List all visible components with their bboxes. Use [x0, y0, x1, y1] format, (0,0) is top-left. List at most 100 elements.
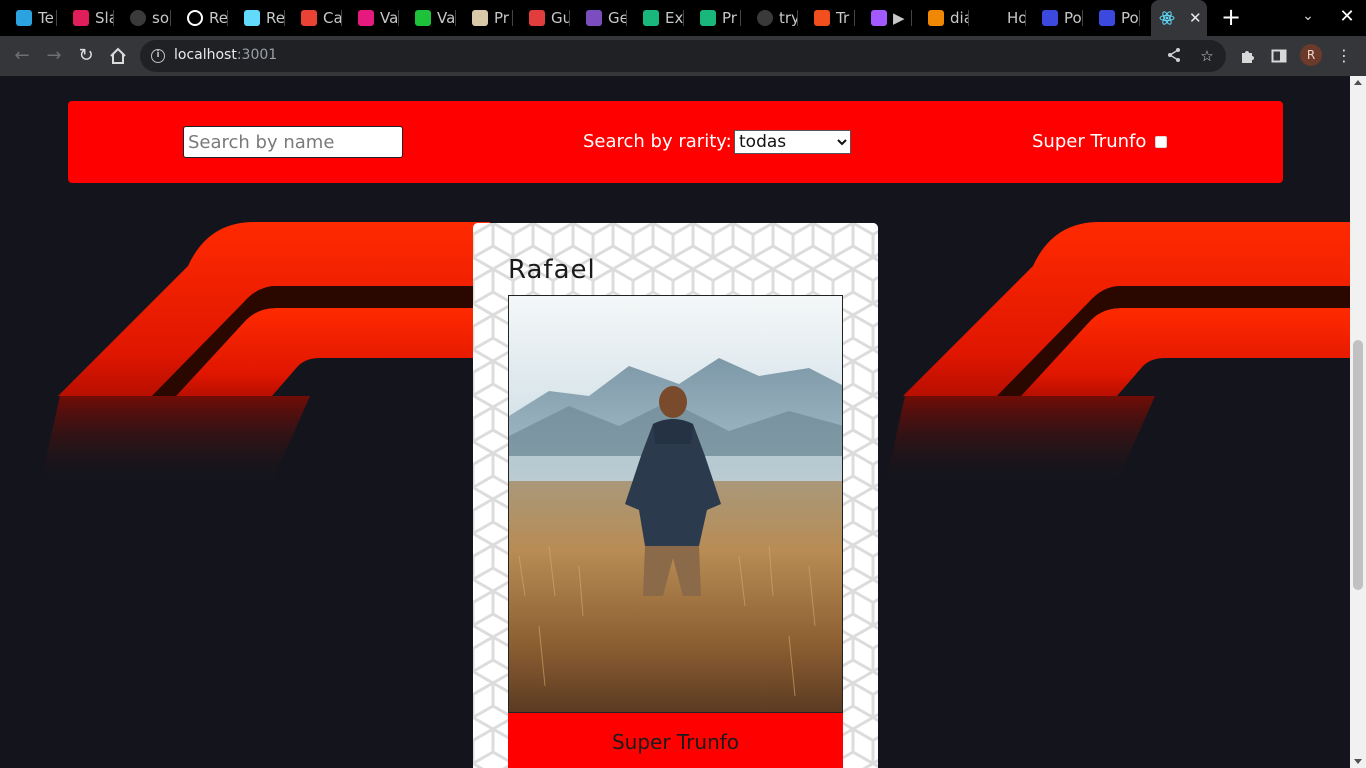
tab-title: Re — [209, 9, 228, 27]
tab-title: sol — [152, 9, 171, 27]
tab-title: Va — [380, 9, 399, 27]
rarity-filter-label: Search by rarity: — [583, 131, 732, 152]
tab[interactable]: sol — [114, 0, 171, 36]
url-port: :3001 — [236, 47, 278, 63]
slack-icon — [73, 10, 89, 26]
tab-title: Te — [38, 9, 54, 27]
filter-bar: Search by rarity: todas Super Trunfo — [68, 101, 1283, 183]
tab[interactable]: Ho — [969, 0, 1026, 36]
share-icon[interactable] — [1165, 47, 1183, 65]
back-arrow-icon[interactable]: ← — [10, 44, 34, 68]
react-icon — [244, 10, 260, 26]
tab[interactable]: Ge — [570, 0, 627, 36]
tab-title: Va — [437, 9, 456, 27]
hammer-icon — [472, 10, 488, 26]
tab[interactable]: Te — [0, 0, 57, 36]
phone-icon — [415, 10, 431, 26]
tab[interactable]: Po — [1026, 0, 1083, 36]
glasses-icon — [586, 10, 602, 26]
tab-active[interactable]: ✕ — [1151, 0, 1207, 36]
chevron-brand-icon — [358, 10, 374, 26]
url-text: localhost:3001 — [174, 47, 277, 63]
github-icon — [130, 10, 146, 26]
bug-icon — [529, 10, 545, 26]
tab-separator — [1139, 10, 1140, 26]
browser-toolbar: ← → ↻ i localhost:3001 ☆ R ⋮ — [0, 36, 1366, 76]
figma-icon — [871, 10, 887, 26]
card-image — [508, 295, 843, 713]
scroll-down-arrow-icon[interactable] — [1354, 759, 1362, 764]
tab[interactable]: Gu — [513, 0, 570, 36]
new-tab-button[interactable]: + — [1219, 5, 1243, 31]
dev-icon — [1042, 10, 1058, 26]
tab-title: Re — [266, 9, 285, 27]
url-host: localhost — [174, 47, 237, 63]
tab-title: Tr — [836, 9, 850, 27]
tab[interactable]: Va — [342, 0, 399, 36]
tab-title: Ca — [323, 9, 342, 27]
tab-title: Ho — [1007, 9, 1026, 27]
forward-arrow-icon[interactable]: → — [42, 44, 66, 68]
tab[interactable]: try — [741, 0, 798, 36]
tab[interactable]: ▶ — [855, 0, 912, 36]
more-menu-icon[interactable]: ⋮ — [1332, 44, 1356, 68]
github-icon — [757, 10, 773, 26]
tab[interactable]: Va — [399, 0, 456, 36]
tab-title: try — [779, 9, 798, 27]
address-bar[interactable]: i localhost:3001 ☆ — [140, 40, 1226, 72]
tab[interactable]: dia — [912, 0, 969, 36]
box-icon — [643, 10, 659, 26]
box-icon — [700, 10, 716, 26]
page-scrollbar[interactable] — [1350, 76, 1366, 768]
tab[interactable]: Sla — [57, 0, 114, 36]
dev-icon — [1099, 10, 1115, 26]
scroll-up-arrow-icon[interactable] — [1354, 80, 1362, 85]
tab-title: Pr — [494, 9, 509, 27]
bookmark-star-icon[interactable]: ☆ — [1198, 47, 1216, 65]
trunfo-checkbox[interactable] — [1155, 136, 1167, 148]
tab[interactable]: Ex — [627, 0, 684, 36]
telegram-icon — [16, 10, 32, 26]
side-panel-icon[interactable] — [1267, 44, 1291, 68]
tab[interactable]: Tr — [798, 0, 855, 36]
scrollbar-thumb[interactable] — [1353, 340, 1363, 590]
tab[interactable]: Re — [171, 0, 228, 36]
diagram-icon — [928, 10, 944, 26]
gmail-icon — [301, 10, 317, 26]
tab-search-chevron-icon[interactable]: ⌄ — [1298, 8, 1318, 28]
trunfo-filter-label: Super Trunfo — [1032, 131, 1147, 152]
super-trunfo-banner: Super Trunfo — [508, 713, 843, 768]
profile-avatar[interactable]: R — [1300, 44, 1322, 66]
f1-logo-left — [40, 222, 490, 486]
tab[interactable]: Pr — [684, 0, 741, 36]
extensions-puzzle-icon[interactable] — [1235, 44, 1259, 68]
card: Rafael Super Trunfo — [473, 223, 878, 768]
tab[interactable]: Ca — [285, 0, 342, 36]
tab-title: dia — [950, 9, 969, 27]
react-icon — [1159, 10, 1175, 26]
tab[interactable]: Re — [228, 0, 285, 36]
tab[interactable]: Pr — [456, 0, 513, 36]
f1-logo-right — [885, 222, 1350, 486]
search-by-name-input[interactable] — [183, 126, 403, 158]
rarity-select[interactable]: todas — [734, 130, 851, 154]
tab-title: Po — [1121, 9, 1139, 27]
browser-tab-strip: Te Sla sol Re Re Ca Va Va Pr Gu Ge Ex Pr try Tr ▶ dia Ho P… — [0, 0, 1366, 36]
site-info-icon[interactable]: i — [151, 49, 165, 63]
card-name: Rafael — [508, 255, 596, 285]
tab-title: Pr — [722, 9, 737, 27]
close-tab-icon[interactable]: ✕ — [1189, 9, 1202, 27]
window-close-icon[interactable]: ✕ — [1336, 6, 1358, 28]
tab[interactable]: Po — [1083, 0, 1140, 36]
tab-title: Sla — [95, 9, 114, 27]
figma-icon — [814, 10, 830, 26]
globe-icon — [187, 10, 203, 26]
super-trunfo-text: Super Trunfo — [611, 730, 740, 754]
tab-title: Ge — [608, 9, 627, 27]
reload-icon[interactable]: ↻ — [74, 44, 98, 68]
home-icon[interactable] — [106, 44, 130, 68]
tab-title: Po — [1064, 9, 1082, 27]
page-content: Search by rarity: todas Super Trunfo Raf… — [0, 76, 1350, 768]
tab-title: ▶ — [893, 9, 905, 27]
blank-icon — [985, 10, 1001, 26]
